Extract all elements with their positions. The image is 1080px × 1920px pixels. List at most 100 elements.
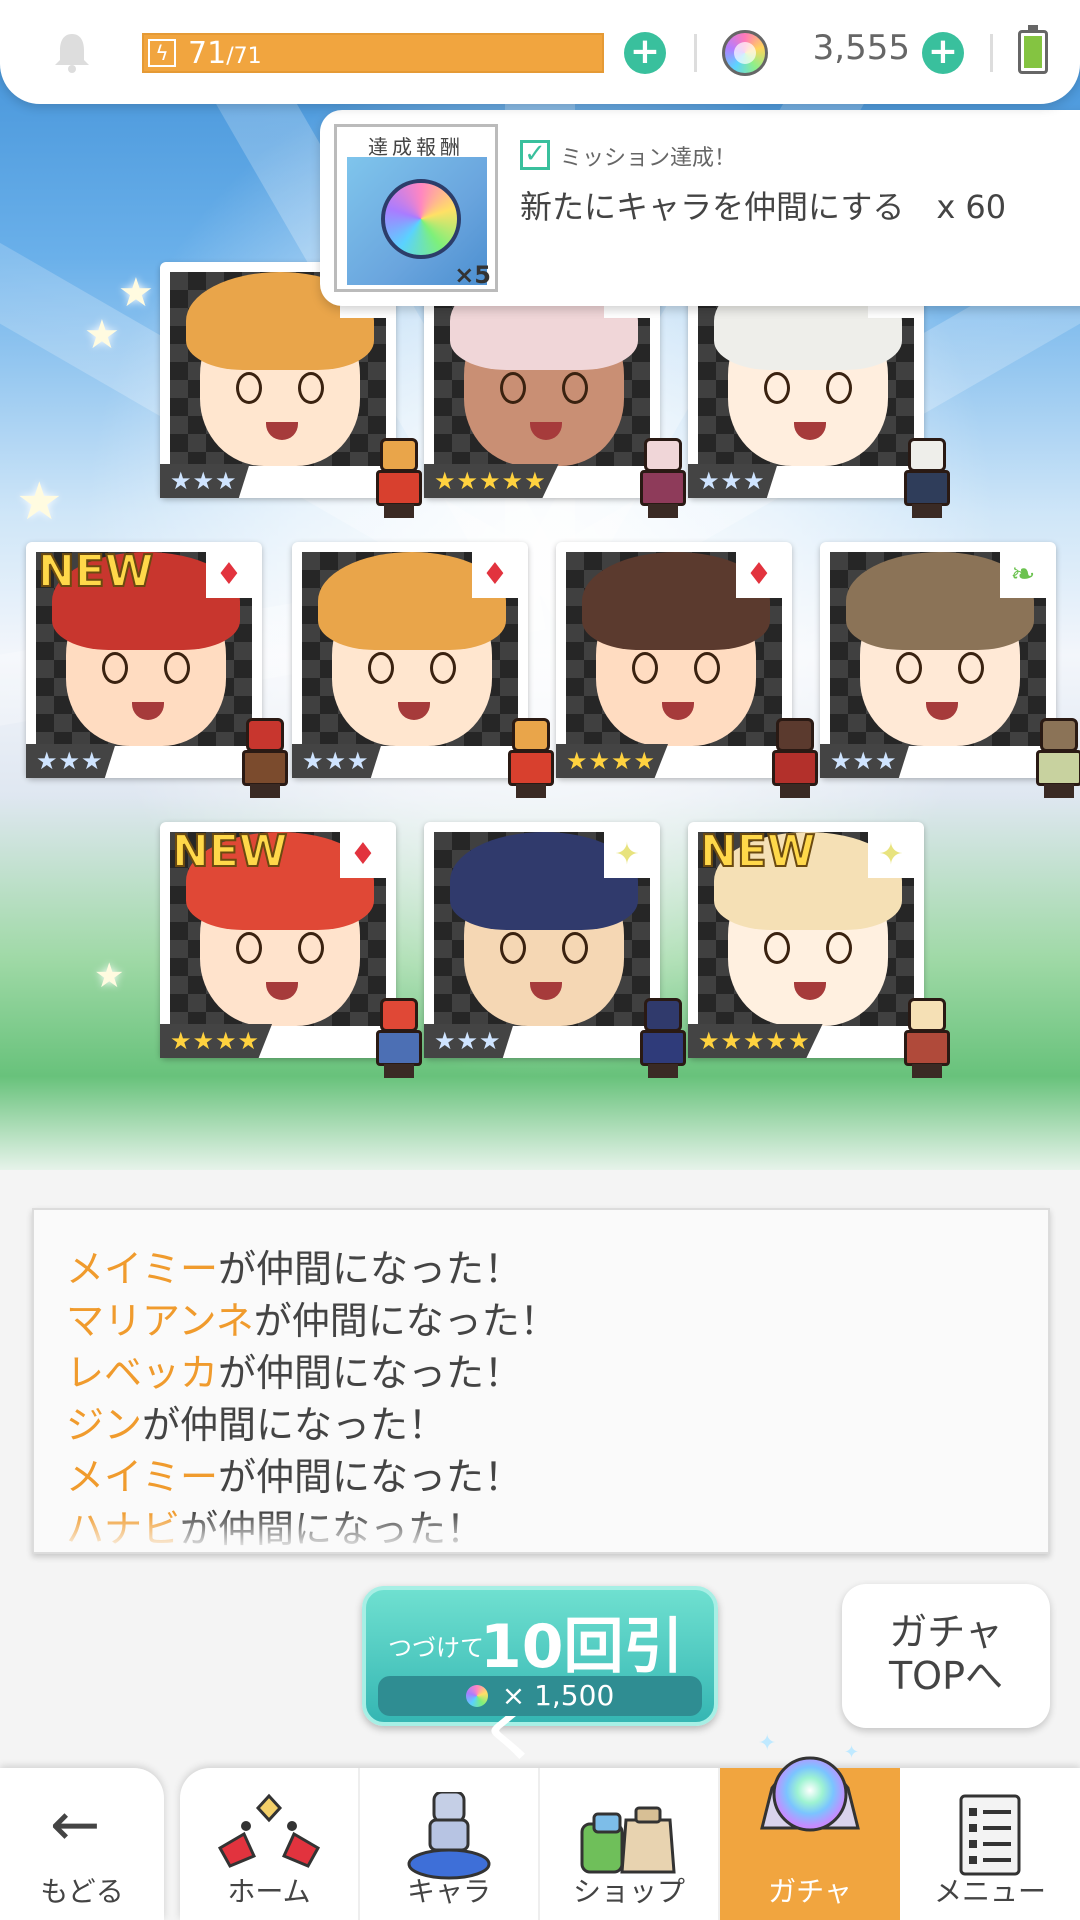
rarity-stars: ★★★ [26,744,116,778]
pull-cost: × 1,500 [378,1676,702,1716]
sprite-body [640,1030,686,1066]
divider [990,34,993,72]
sprite-body [904,1030,950,1066]
sprite-legs [250,784,280,798]
character-name: レベッカ [66,1351,219,1395]
character-eye [102,652,128,684]
gem-count: 3,555 [812,28,910,68]
rarity-stars: ★★★ [820,744,910,778]
sprite-legs [1044,784,1074,798]
sprite-body [376,470,422,506]
character-card[interactable]: ♦ ★★★★ [556,542,818,798]
pixel-sprite [366,438,430,518]
character-eye [164,652,190,684]
sprite-head [908,438,946,472]
fire-element-icon: ♦ [206,552,252,598]
nav-item-shop[interactable]: ショップ [540,1768,720,1920]
sprite-body [242,750,288,786]
light-element-icon: ✦ [868,832,914,878]
nav-item-home[interactable]: ホーム [180,1768,360,1920]
add-stamina-button[interactable]: + [624,32,666,74]
character-eye [368,652,394,684]
mission-description: 新たにキャラを仲間にする x 60 [520,188,1007,226]
rainbow-gem-icon [465,1685,488,1707]
sprite-legs [384,1064,414,1078]
character-card[interactable]: ♦ ★★★ NEW [26,542,288,798]
character-eye [562,372,588,404]
sprite-head [380,998,418,1032]
sparkle-icon: ★ [84,312,120,358]
sprite-head [1040,718,1078,752]
sprite-legs [648,504,678,518]
character-eye [896,652,922,684]
character-card[interactable]: ❧ ★★★ [820,542,1080,798]
pixel-sprite [630,438,694,518]
shop-label: ショップ [572,1875,685,1908]
sprite-legs [648,1064,678,1078]
sprite-body [904,470,950,506]
gacha-top-button[interactable]: ガチャ TOPへ [842,1584,1050,1728]
rarity-stars: ★★★★ [556,744,669,778]
character-card[interactable]: ✦ ★★★ [424,822,686,1078]
character-eye [500,932,526,964]
nav-item-chara[interactable]: キャラ [360,1768,540,1920]
lightning-icon: ϟ [148,39,176,67]
pixel-sprite [894,438,958,518]
stamina-current: 71 [188,36,227,71]
reward-title: 達成報酬 [368,135,464,159]
log-line: メイミーが仲間になった！ [66,1446,522,1501]
log-line: メイミーが仲間になった！ [66,1238,522,1293]
sprite-body [772,750,818,786]
stamina-separator: / [226,44,234,69]
back-button[interactable]: ← もどる [0,1768,164,1920]
mission-complete-popup[interactable]: 達成報酬 ×5 ✓ ミッション達成！ 新たにキャラを仲間にする x 60 [320,110,1080,306]
character-card[interactable]: ♦ ★★★★ NEW [160,822,422,1078]
pixel-sprite [498,718,562,798]
rainbow-gem-icon [381,179,461,259]
wind-element-icon: ❧ [1000,552,1046,598]
sprite-head [776,718,814,752]
fire-element-icon: ♦ [340,832,386,878]
character-name: メイミー [66,1455,219,1499]
reward-count: ×5 [454,261,491,289]
pixel-sprite [1026,718,1080,798]
nav-item-gacha[interactable]: ✦ ✦ ガチャ [720,1731,900,1920]
stamina-value: 71/71 [188,37,262,74]
character-eye [562,932,588,964]
sparkle-icon: ★ [16,472,63,532]
sprite-head [908,998,946,1032]
checkbox-icon: ✓ [520,140,550,170]
rarity-stars: ★★★★★ [688,1024,823,1058]
new-badge: NEW [171,825,288,878]
pixel-sprite [630,998,694,1078]
log-line: マリアンネが仲間になった！ [66,1290,558,1345]
log-line: レベッカが仲間になった！ [66,1342,522,1397]
recruit-log[interactable]: メイミーが仲間になった！ マリアンネが仲間になった！ レベッカが仲間になった！ ジンが… [32,1208,1050,1554]
back-label: もどる [40,1875,124,1908]
add-gems-button[interactable]: + [922,32,964,74]
bell-icon[interactable] [50,30,94,74]
mission-status: ミッション達成！ [560,146,737,171]
character-card[interactable]: ♦ ★★★ [292,542,554,798]
log-suffix: が仲間になった！ [218,1351,523,1395]
pull-10-again-button[interactable]: つづけて 10回引く × 1,500 [362,1586,718,1769]
svg-text:✦: ✦ [758,1731,776,1756]
character-card[interactable]: ✦ ★★★★★ NEW [688,822,950,1078]
pull-cost-value: × 1,500 [501,1679,615,1712]
character-eye [298,372,324,404]
character-eye [236,932,262,964]
reward-card: 達成報酬 ×5 [334,124,498,292]
character-eye [764,932,790,964]
sprite-legs [912,1064,942,1078]
svg-text:✦: ✦ [844,1742,859,1763]
sprite-legs [780,784,810,798]
sparkle-icon: ★ [94,956,125,996]
status-bar: ϟ 71/71 + 3,555 + [0,0,1080,104]
character-eye [826,932,852,964]
gacha-orb-icon: ✦ ✦ [758,1731,860,1832]
pixel-sprite [232,718,296,798]
nav-item-menu[interactable]: メニュー [900,1768,1080,1920]
back-arrow-icon: ← [50,1790,101,1860]
log-fade [34,1512,1048,1552]
stamina-max: 71 [233,44,262,69]
